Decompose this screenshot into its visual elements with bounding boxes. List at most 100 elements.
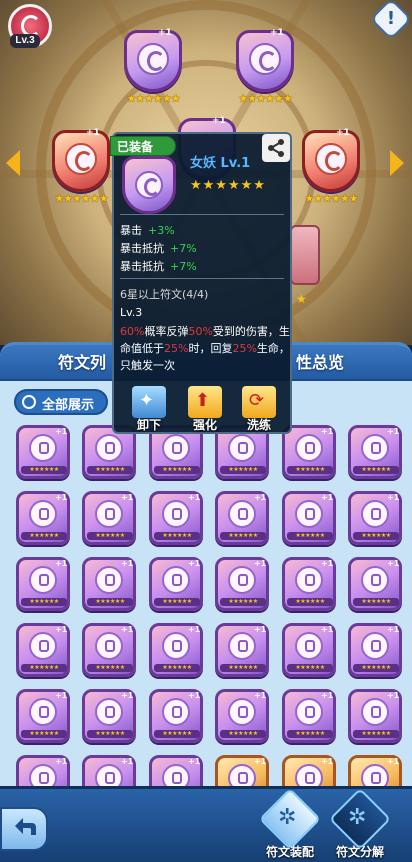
- back-button[interactable]: [0, 807, 48, 851]
- snowflake-icon: ✲: [278, 805, 297, 830]
- rune-card[interactable]: +1 ★★★★★★: [16, 623, 70, 677]
- rune-stars: ★★★★★★: [87, 598, 133, 606]
- banshee-rune-icon: [315, 143, 347, 175]
- rune-glyph-icon: [371, 706, 381, 718]
- rune-plus-level: +1: [270, 28, 284, 38]
- rune-card[interactable]: +1 ★★★★★★: [82, 689, 136, 743]
- rune-emblem-icon: [295, 698, 323, 726]
- rune-glyph-icon: [39, 706, 49, 718]
- rune-glyph-icon: [172, 640, 182, 652]
- rune-card[interactable]: +1 ★★★★★★: [282, 425, 336, 479]
- rune-card[interactable]: +1 ★★★★★★: [16, 689, 70, 743]
- rune-equip-button[interactable]: ✲ 符文装配: [256, 787, 324, 861]
- reforge-label: 洗练: [246, 418, 271, 432]
- rune-card[interactable]: +1 ★★★★★★: [82, 623, 136, 677]
- rune-stars: ★★★★★★: [287, 730, 333, 738]
- rune-glyph-icon: [305, 706, 315, 718]
- rune-plus-level: +1: [55, 427, 68, 436]
- share-button[interactable]: [262, 134, 290, 162]
- radio-icon: [22, 395, 36, 409]
- rune-card[interactable]: +1 ★★★★★★: [149, 557, 203, 611]
- rune-stars: ★★★★★★: [87, 532, 133, 540]
- rune-card[interactable]: +1 ★★★★★★: [215, 557, 269, 611]
- rune-glyph-icon: [39, 508, 49, 520]
- next-page-arrow[interactable]: [390, 150, 404, 176]
- rune-card[interactable]: +1 ★★★★★★: [348, 491, 402, 545]
- rune-decompose-button[interactable]: ✲ 符文分解: [326, 787, 394, 861]
- prev-page-arrow[interactable]: [6, 150, 20, 176]
- rune-stars: ★★★★★★: [154, 466, 200, 474]
- rune-emblem-icon: [228, 698, 256, 726]
- rune-emblem-icon: [295, 500, 323, 528]
- rune-slot-right[interactable]: +1 ★★★★★★: [296, 128, 366, 205]
- rune-slot-top-right[interactable]: +1 ★★★★★★: [230, 28, 300, 105]
- rune-card[interactable]: +1 ★★★★★★: [282, 491, 336, 545]
- rune-stars: ★★★★★★: [87, 466, 133, 474]
- enhance-button[interactable]: ⬆ 强化: [186, 386, 224, 432]
- rune-plus-level: +1: [121, 625, 134, 634]
- rune-plus-level: +1: [387, 559, 400, 568]
- rune-emblem-icon: [162, 500, 190, 528]
- rune-card[interactable]: +1 ★★★★★★: [348, 557, 402, 611]
- rune-card[interactable]: +1 ★★★★★★: [348, 623, 402, 677]
- player-level: Lv.3: [10, 34, 40, 48]
- help-button[interactable]: !: [369, 0, 412, 41]
- rune-stars: ★★★★★★: [190, 178, 266, 193]
- rune-slot-top-left[interactable]: +1 ★★★★★★: [118, 28, 188, 105]
- rune-plus-level: +1: [254, 493, 267, 502]
- rune-plus-level: +1: [321, 559, 334, 568]
- rune-card[interactable]: +1 ★★★★★★: [215, 689, 269, 743]
- rune-plus-level: +1: [254, 757, 267, 766]
- rune-glyph-icon: [105, 442, 115, 454]
- rune-slot-bottom-right[interactable]: [290, 225, 320, 285]
- rune-card[interactable]: +1 ★★★★★★: [16, 491, 70, 545]
- rune-emblem-icon: [228, 500, 256, 528]
- rune-plus-level: +1: [387, 625, 400, 634]
- reforge-button[interactable]: ⟳ 洗练: [240, 386, 278, 432]
- rune-card[interactable]: +1 ★★★★★★: [149, 491, 203, 545]
- rune-stars: ★★★★★★: [287, 532, 333, 540]
- rune-card[interactable]: +1 ★★★★★★: [282, 689, 336, 743]
- rune-card[interactable]: +1 ★★★★★★: [348, 425, 402, 479]
- rune-glyph-icon: [39, 574, 49, 586]
- tab-attribute-overview[interactable]: 性总览: [296, 349, 344, 373]
- stat-value: +7%: [170, 242, 197, 255]
- rune-glyph-icon: [305, 640, 315, 652]
- rune-card[interactable]: +1 ★★★★★★: [215, 491, 269, 545]
- rune-plus-level: +1: [387, 427, 400, 436]
- tab-rune-list[interactable]: 符文列: [58, 349, 106, 373]
- rune-card[interactable]: +1 ★★★★★★: [282, 623, 336, 677]
- rune-glyph-icon: [172, 772, 182, 784]
- rune-card[interactable]: +1 ★★★★★★: [149, 623, 203, 677]
- rune-glyph-icon: [105, 574, 115, 586]
- back-arrow-icon: [15, 818, 36, 835]
- rune-plus-level: +1: [55, 625, 68, 634]
- show-all-toggle[interactable]: 全部展示: [14, 389, 108, 415]
- rune-stars: ★★★★★★: [353, 466, 399, 474]
- set-bonus-title: 6星以上符文(4/4): [120, 288, 209, 301]
- rune-slot-left[interactable]: +1 ★★★★★★: [46, 128, 116, 205]
- rune-plus-level: +1: [158, 28, 172, 38]
- rune-emblem-icon: [95, 632, 123, 660]
- rune-glyph-icon: [371, 772, 381, 784]
- unequip-button[interactable]: ✦ 卸下: [130, 386, 168, 432]
- rune-glyph-icon: [105, 772, 115, 784]
- rune-emblem-icon: [162, 434, 190, 462]
- rune-card[interactable]: +1 ★★★★★★: [82, 557, 136, 611]
- rune-card[interactable]: +1 ★★★★★★: [16, 557, 70, 611]
- rune-stars: ★★★★★★: [87, 730, 133, 738]
- rune-glyph-icon: [371, 442, 381, 454]
- rune-emblem-icon: [95, 566, 123, 594]
- rune-card[interactable]: +1 ★★★★★★: [215, 623, 269, 677]
- rune-plus-level: +1: [387, 757, 400, 766]
- rune-card[interactable]: +1 ★★★★★★: [149, 689, 203, 743]
- rune-card[interactable]: +1 ★★★★★★: [282, 557, 336, 611]
- rune-card[interactable]: +1 ★★★★★★: [82, 491, 136, 545]
- rune-emblem-icon: [361, 566, 389, 594]
- rune-glyph-icon: [305, 574, 315, 586]
- rune-card[interactable]: +1 ★★★★★★: [348, 689, 402, 743]
- stat-value: +7%: [170, 260, 197, 273]
- rune-plus-level: +1: [321, 427, 334, 436]
- rune-card[interactable]: +1 ★★★★★★: [16, 425, 70, 479]
- rune-plus-level: +1: [321, 493, 334, 502]
